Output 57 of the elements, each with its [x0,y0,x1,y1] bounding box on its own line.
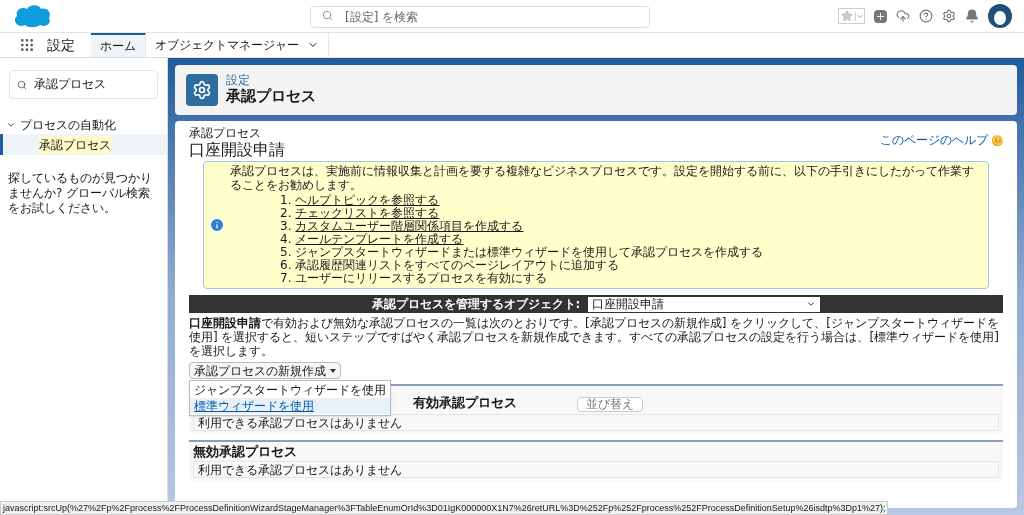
step-number: 3. [280,220,292,233]
app-launcher-icon[interactable] [19,37,35,53]
step-text: ユーザーにリリースするプロセスを有効にする [295,272,548,285]
step-number: 6. [280,259,292,272]
step-number: 2. [280,207,292,220]
status-bar: javascript:srcUp(%27%2Fp%2Fprocess%2FProcessDefinitionWizardStageManager%3FTableEnumOrId%3D01IgK000000X1N7%26retURL%3D%252Fp%252Fprocess%252FProcessDefinitionSetup%26isdtp%3Dp1%27); [0,501,889,515]
info-text: 承認プロセスは、実施前に情報収集と計画を要する複雑なビジネスプロセスです。設定を開始する前に、以下の手引きにしたがって作業することをお勧めします。 [230,164,975,192]
gear-icon [186,74,218,106]
empty-message: 利用できる承認プロセスはありません [193,461,999,478]
cloud-icon[interactable] [896,9,910,23]
star-icon [841,10,853,22]
step-text: ジャンプスタートウィザードまたは標準ウィザードを使用して承認プロセスを作成する [295,246,764,259]
help-icon [992,134,1003,146]
record-title: 口座開設申請 [189,140,285,159]
empty-message: 利用できる承認プロセスはありません [193,414,999,431]
tree-item[interactable]: プロセスの自動化 [20,115,116,134]
menu-item[interactable]: ジャンプスタートウィザードを使用 [190,382,390,398]
nav-tab[interactable]: ホーム [91,33,146,57]
step-link[interactable]: ヘルプトピックを参照する [295,194,440,207]
step-number: 1. [280,194,292,207]
nav-tab[interactable]: オブジェクトマネージャー [146,33,329,57]
help-text: 探しているものが見つかりませんか? グローバル検索をお試しください。 [7,171,153,216]
breadcrumb: 承認プロセス [189,127,262,140]
avatar[interactable] [988,4,1012,28]
step-number: 7. [280,272,292,285]
step-link[interactable]: チェックリストを参照する [295,207,440,220]
cloud-logo[interactable] [12,4,52,28]
page-title: 承認プロセス [226,87,316,106]
notifications-icon[interactable] [965,9,979,23]
description-text: 口座開設申請で有効および無効な承認プロセスの一覧は次のとおりです。[承認プロセスの新規作成] をクリックして、[ジャンプスタートウィザードを使用] を選択すると、短いステップですばやく承認プロセスを新規作成できます。すべての承認プロセスの設定を行う場合は、[標準ウィザードを使用] を選択します。 [189,316,1000,358]
new-process-button[interactable]: 承認プロセスの新規作成 [189,362,341,379]
caret-icon [330,368,336,373]
search-icon [17,80,27,90]
tree-item[interactable]: 承認プロセス [0,134,167,155]
search-field[interactable]: [設定] を検索 [310,6,650,28]
section-title: 有効承認プロセス [413,393,517,412]
info-icon [209,217,225,233]
sort-button[interactable]: 並び替え [577,397,643,412]
step-text: 承認履歴関連リストをすべてのページレイアウトに追加する [295,259,620,272]
step-link[interactable]: メールテンプレートを作成する [295,233,464,246]
quick-find-field[interactable]: 承認プロセス [9,70,158,99]
app-name: 設定 [47,35,75,55]
chevron-down-icon [806,299,817,309]
menu-item[interactable]: 標準ウィザードを使用 [190,398,390,414]
help-icon[interactable] [919,9,933,23]
step-number: 5. [280,246,292,259]
settings-icon[interactable] [942,9,956,23]
object-select[interactable]: 口座開設申請 [588,296,821,312]
object-label: 承認プロセスを管理するオブジェクト: [371,296,581,313]
help-link[interactable]: このページのヘルプ [880,131,988,149]
step-link[interactable]: カスタムユーザー階層関係項目を作成する [295,220,524,233]
section-title: 無効承認プロセス [193,442,297,461]
step-number: 4. [280,233,292,246]
plus-icon[interactable] [874,9,887,23]
caret-icon [855,11,864,21]
breadcrumb[interactable]: 設定 [226,74,316,87]
search-icon [322,10,333,21]
